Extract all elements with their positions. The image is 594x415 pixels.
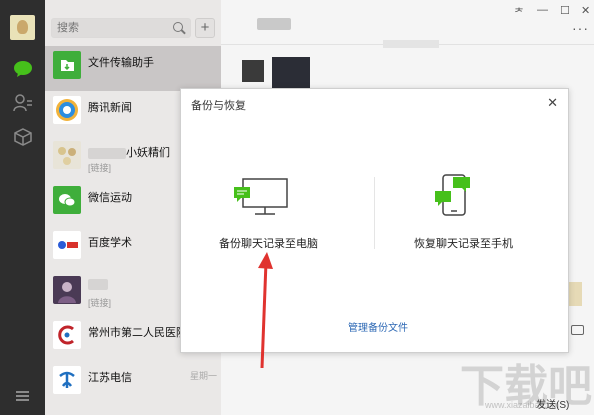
user-avatar[interactable] xyxy=(10,15,35,40)
blurred-name xyxy=(88,279,108,290)
china-telecom-logo-icon xyxy=(53,366,81,394)
chat-header: ᅔ — ☐ ✕ ··· xyxy=(221,0,594,45)
baidu-scholar-logo-icon xyxy=(53,231,81,259)
options-divider xyxy=(374,177,375,249)
dialog-title: 备份与恢复 xyxy=(191,100,246,112)
more-options-icon[interactable]: ··· xyxy=(572,20,589,36)
contact-avatar xyxy=(53,276,81,304)
chat-name: 腾讯新闻 xyxy=(88,102,132,114)
chat-item-file-transfer[interactable]: 文件传输助手 xyxy=(45,46,221,91)
backup-to-pc-icon[interactable] xyxy=(233,177,289,217)
close-button[interactable]: ✕ xyxy=(581,4,590,17)
manage-backups-link[interactable]: 管理备份文件 xyxy=(348,319,408,334)
send-button[interactable]: 发送(S) xyxy=(536,396,569,411)
pin-icon[interactable]: ᅔ xyxy=(514,4,524,20)
chat-name: 常州市第二人民医院 xyxy=(88,327,187,339)
hospital-logo-icon xyxy=(53,321,81,349)
blurred-name xyxy=(88,147,126,159)
tencent-news-logo-icon xyxy=(53,96,81,124)
chat-name: 百度学术 xyxy=(88,237,132,249)
backup-to-pc-label[interactable]: 备份聊天记录至电脑 xyxy=(219,235,318,251)
wechat-sports-icon xyxy=(53,186,81,214)
chat-title-blurred xyxy=(257,18,291,30)
minimize-button[interactable]: — xyxy=(537,4,548,16)
search-bar: + xyxy=(45,0,221,45)
chat-name xyxy=(88,279,108,293)
chat-name: 小妖精们 xyxy=(88,144,170,160)
menu-icon[interactable] xyxy=(16,391,29,401)
time-label-blurred xyxy=(383,40,439,48)
chat-preview: [链接] xyxy=(88,298,112,308)
chat-name: 微信运动 xyxy=(88,192,132,204)
chat-name: 文件传输助手 xyxy=(88,57,154,69)
search-icon xyxy=(173,22,183,32)
chat-item-jiangsu-telecom[interactable]: 江苏电信 星期一 xyxy=(45,361,221,406)
sidebar-rail xyxy=(0,0,45,415)
sender-avatar xyxy=(242,60,264,82)
restore-to-phone-label[interactable]: 恢复聊天记录至手机 xyxy=(414,235,513,251)
chat-time: 星期一 xyxy=(189,371,217,381)
dialog-close-icon[interactable]: ✕ xyxy=(547,95,558,111)
red-annotation-arrow xyxy=(258,252,273,369)
group-avatar xyxy=(53,141,81,169)
restore-to-phone-icon[interactable] xyxy=(433,173,473,219)
contacts-icon[interactable] xyxy=(13,94,33,112)
chat-preview: [链接] xyxy=(88,163,112,173)
maximize-button[interactable]: ☐ xyxy=(560,4,570,17)
video-call-icon[interactable] xyxy=(571,325,584,335)
chat-icon[interactable] xyxy=(13,60,33,78)
search-input[interactable] xyxy=(51,18,191,38)
chat-name-text: 小妖精们 xyxy=(126,147,170,159)
backup-restore-dialog: 备份与恢复 ✕ 备份聊天记录至电脑 恢复聊天记录至手机 管理备份文件 xyxy=(180,88,569,353)
collections-cube-icon[interactable] xyxy=(13,128,33,146)
chat-name: 江苏电信 xyxy=(88,372,132,384)
folder-icon xyxy=(53,51,81,79)
add-button[interactable]: + xyxy=(195,18,215,38)
